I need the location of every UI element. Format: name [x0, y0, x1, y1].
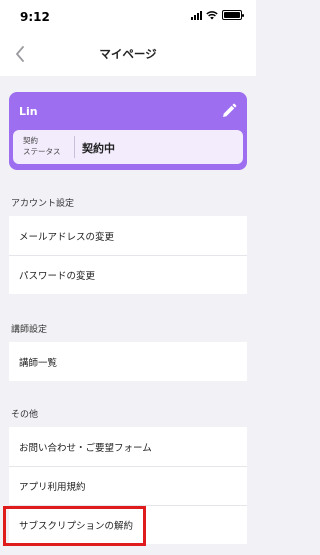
user-name: Lin — [19, 105, 38, 118]
battery-icon — [222, 10, 244, 20]
contract-status-label: 契約 ステータス — [23, 135, 61, 157]
contract-status-box: 契約 ステータス 契約中 — [13, 130, 243, 164]
status-bar: 9:12 — [0, 0, 256, 30]
instructor-settings-group: 講師一覧 — [9, 342, 247, 381]
menu-item-change-password[interactable]: パスワードの変更 — [9, 255, 247, 294]
section-heading-account: アカウント設定 — [11, 199, 75, 209]
menu-item-cancel-subscription[interactable]: サブスクリプションの解約 — [9, 505, 247, 544]
divider — [74, 136, 75, 158]
other-settings-group: お問い合わせ・ご要望フォーム アプリ利用規約 サブスクリプションの解約 — [9, 427, 247, 544]
cellular-signal-icon — [191, 10, 202, 20]
edit-icon[interactable] — [221, 103, 237, 119]
section-heading-other: その他 — [11, 410, 39, 420]
status-time: 9:12 — [20, 10, 50, 24]
contract-status-value: 契約中 — [82, 142, 115, 155]
navigation-bar: マイページ — [0, 36, 256, 72]
menu-item-change-email[interactable]: メールアドレスの変更 — [9, 216, 247, 255]
status-label-line2: ステータス — [23, 147, 61, 156]
menu-item-contact-form[interactable]: お問い合わせ・ご要望フォーム — [9, 427, 247, 466]
account-settings-group: メールアドレスの変更 パスワードの変更 — [9, 216, 247, 294]
status-label-line1: 契約 — [23, 136, 38, 145]
top-bar: 9:12 マイページ — [0, 0, 256, 76]
section-heading-instructor: 講師設定 — [11, 325, 48, 335]
wifi-icon — [206, 11, 218, 20]
profile-card: Lin 契約 ステータス 契約中 — [9, 92, 247, 170]
page-title: マイページ — [99, 47, 157, 61]
status-icons — [191, 10, 244, 20]
menu-item-terms-of-use[interactable]: アプリ利用規約 — [9, 466, 247, 505]
menu-item-instructor-list[interactable]: 講師一覧 — [9, 342, 247, 381]
